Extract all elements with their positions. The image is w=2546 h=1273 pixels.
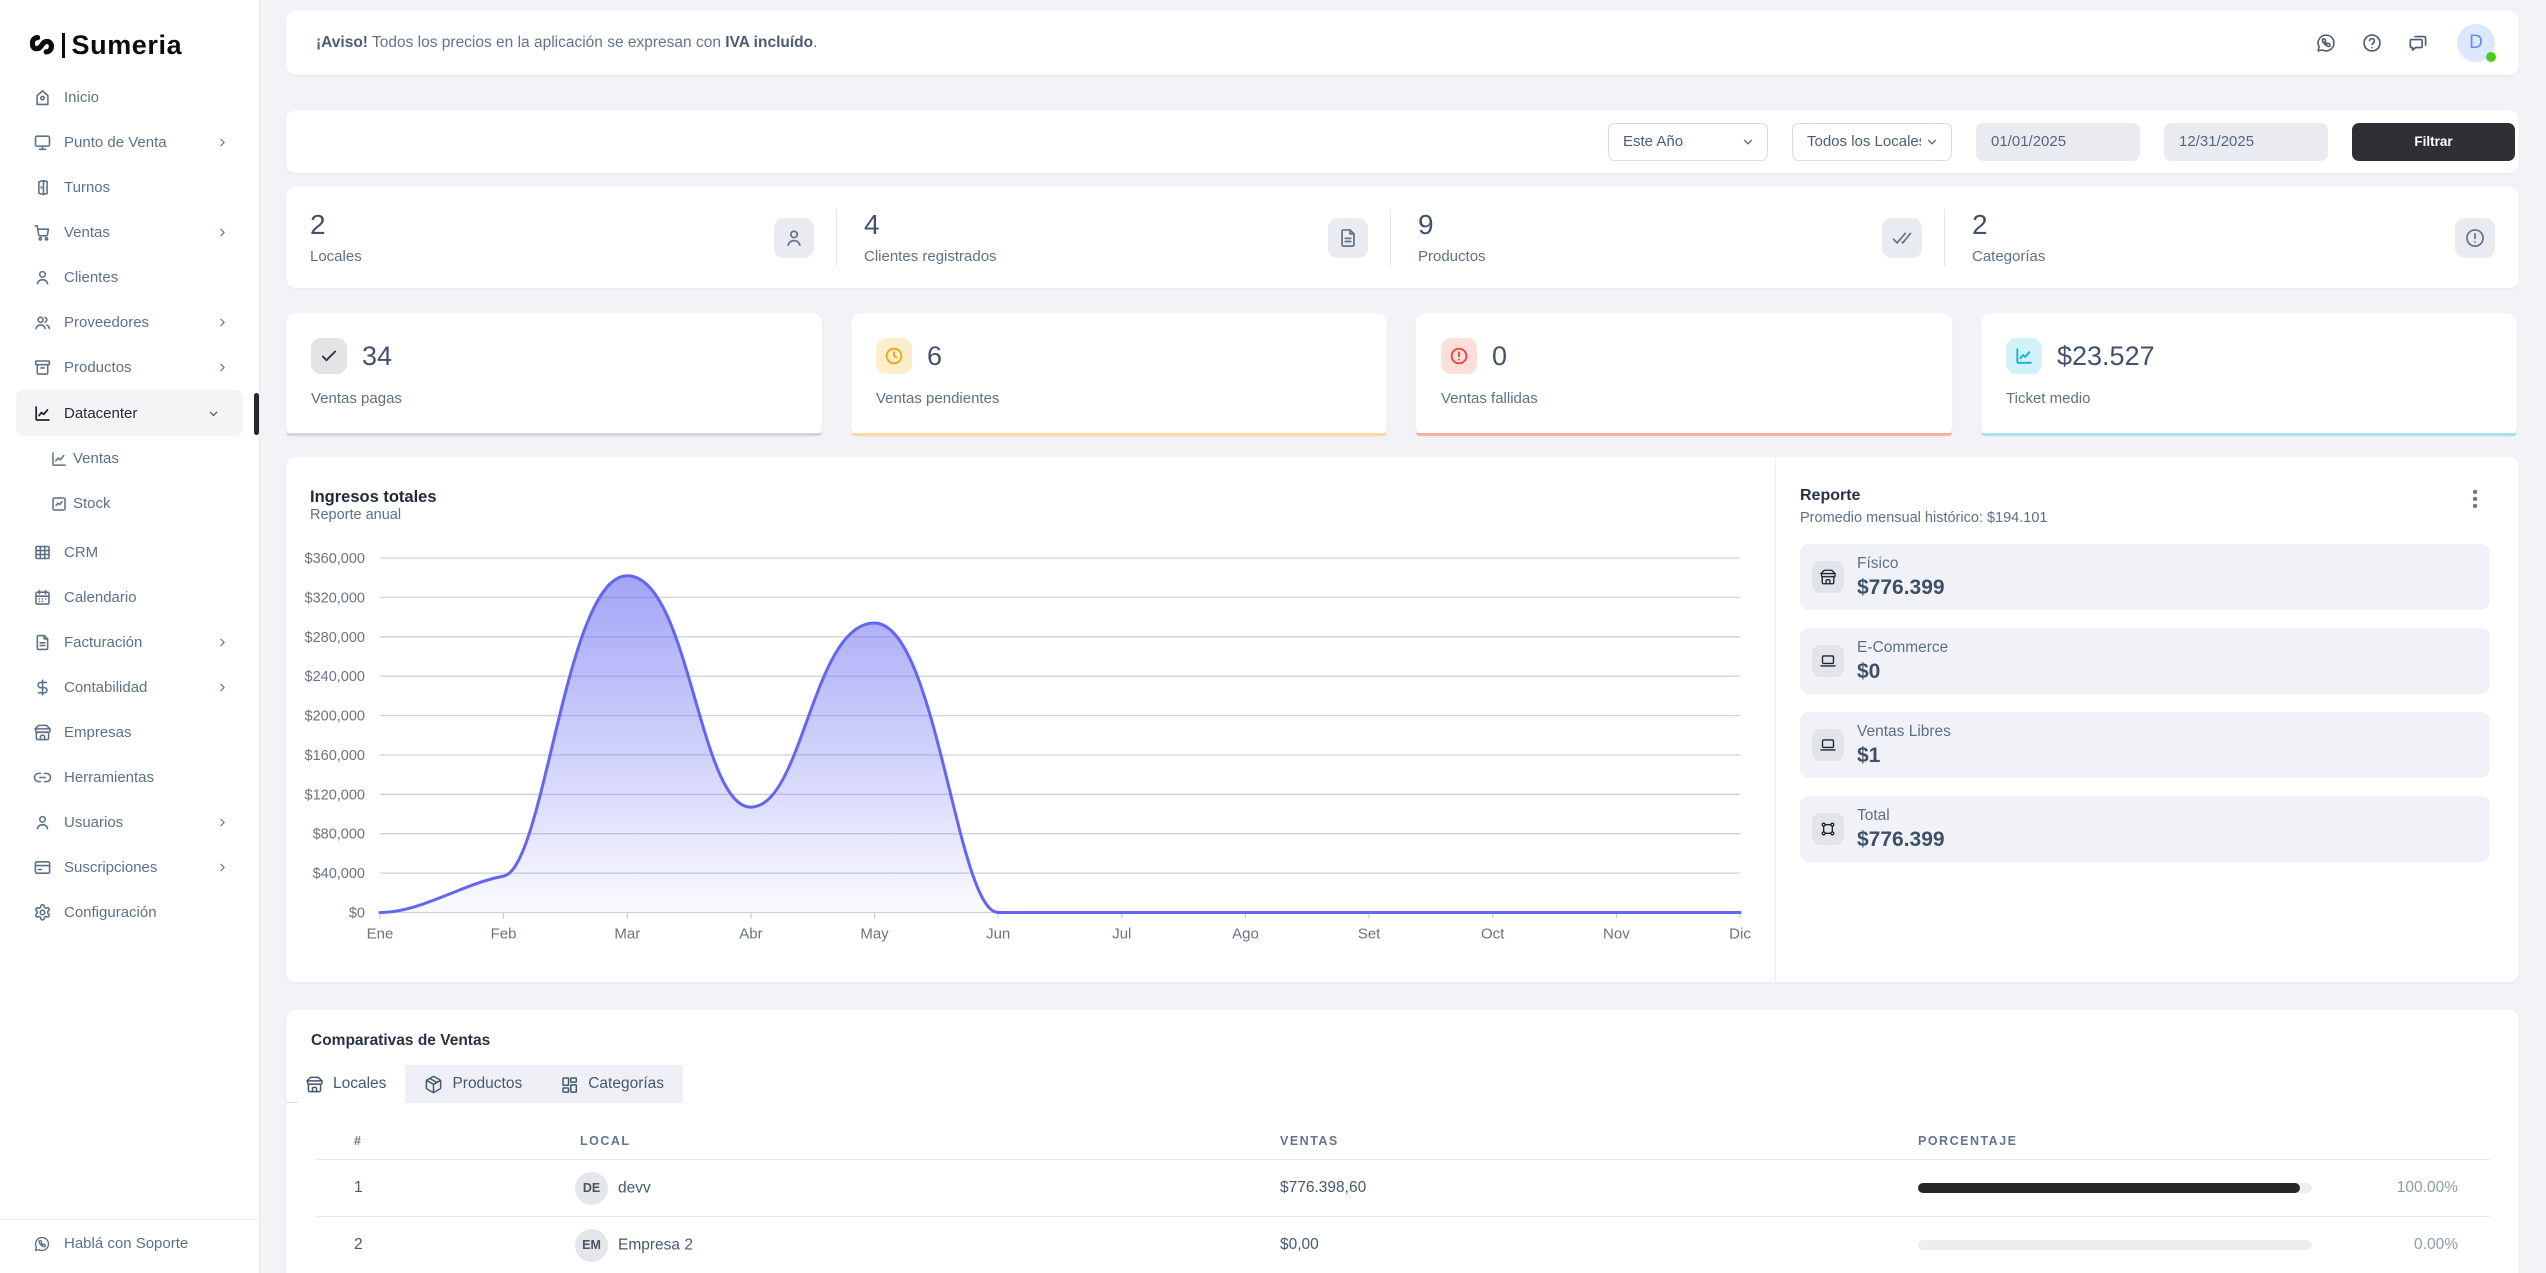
svg-text:$360,000: $360,000: [305, 551, 365, 567]
svg-text:Ene: Ene: [367, 926, 394, 943]
svg-text:$40,000: $40,000: [313, 866, 365, 882]
svg-text:Nov: Nov: [1603, 926, 1630, 943]
svg-text:Jul: Jul: [1112, 926, 1131, 943]
svg-text:Jun: Jun: [986, 926, 1010, 943]
svg-text:Oct: Oct: [1481, 926, 1505, 943]
svg-text:Set: Set: [1358, 926, 1381, 943]
svg-text:$200,000: $200,000: [305, 709, 365, 725]
svg-text:$280,000: $280,000: [305, 630, 365, 646]
svg-text:Ago: Ago: [1232, 926, 1259, 943]
svg-text:May: May: [860, 926, 889, 943]
svg-text:$320,000: $320,000: [305, 590, 365, 606]
svg-text:$120,000: $120,000: [305, 787, 365, 803]
svg-text:Ingresos totales: Ingresos totales: [310, 488, 437, 506]
svg-text:Dic: Dic: [1729, 926, 1751, 943]
svg-text:$80,000: $80,000: [313, 827, 365, 843]
svg-text:Reporte anual: Reporte anual: [310, 507, 401, 523]
svg-text:$160,000: $160,000: [305, 748, 365, 764]
svg-text:Feb: Feb: [491, 926, 517, 943]
svg-text:$240,000: $240,000: [305, 669, 365, 685]
svg-text:Mar: Mar: [614, 926, 640, 943]
svg-text:Abr: Abr: [739, 926, 762, 943]
svg-text:$0: $0: [349, 906, 365, 922]
